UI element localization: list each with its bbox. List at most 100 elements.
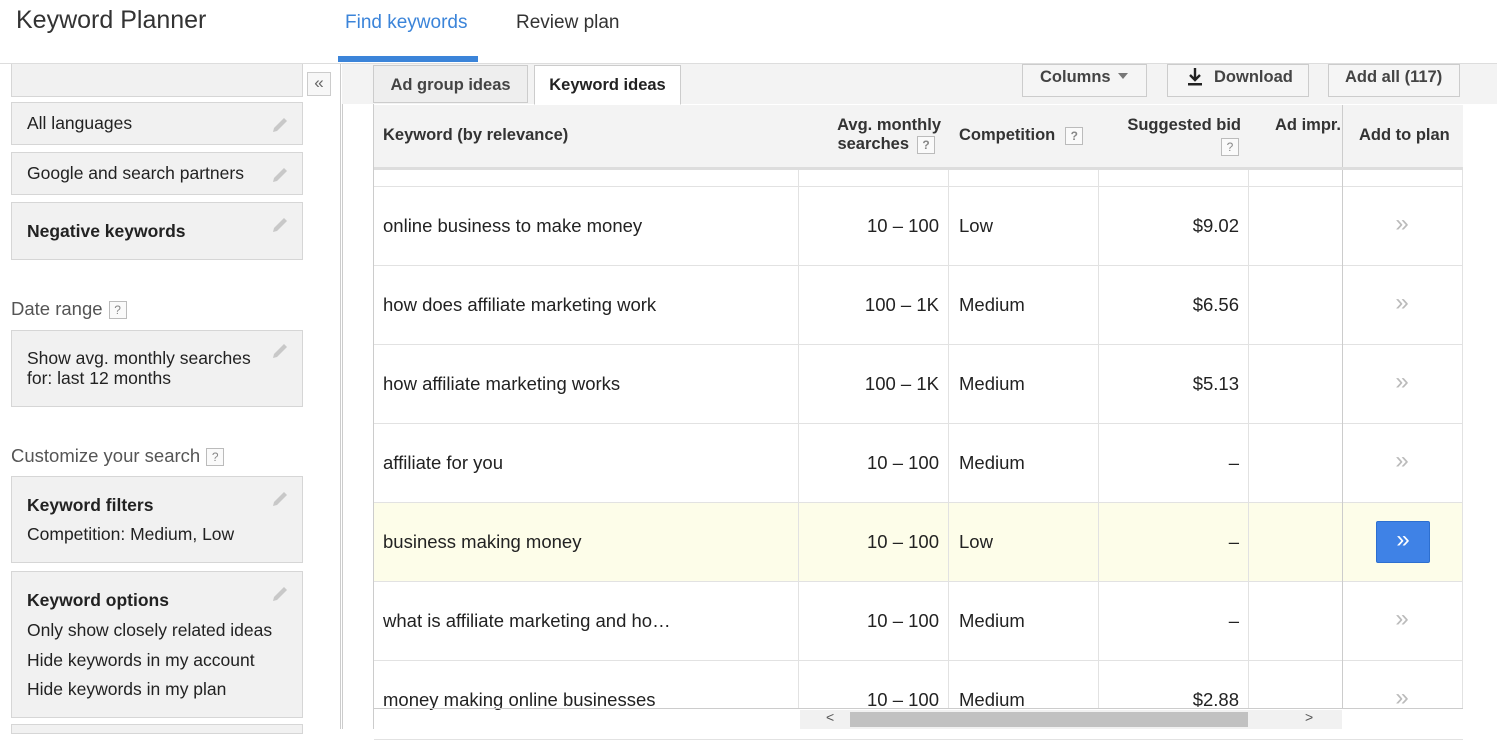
subtab-keyword-ideas[interactable]: Keyword ideas [534,65,681,105]
table-row-partial [374,170,1463,187]
add-to-plan-button[interactable]: » [1386,424,1418,502]
columns-label: Columns [1040,68,1111,86]
search-field-box[interactable] [11,64,303,97]
avg-searches-cell: 10 – 100 [866,215,939,236]
keyword-filters-value: Competition: Medium, Low [27,524,235,544]
keyword-cell: what is affiliate marketing and ho… [383,610,671,631]
customize-label: Customize your search [11,445,201,466]
keyword-cell: money making online businesses [383,689,656,710]
add-to-plan-button[interactable]: » [1386,187,1418,265]
add-to-plan-button[interactable]: » [1386,266,1418,344]
pencil-icon[interactable] [270,212,292,234]
keyword-cell: affiliate for you [383,452,503,473]
collapse-sidebar-button[interactable]: « [307,72,331,96]
panel-border [342,104,343,729]
download-icon [1188,68,1202,86]
date-range-line1: Show avg. monthly searches [27,348,251,368]
column-divider [1342,105,1343,167]
add-all-label: Add all (117) [1345,68,1443,86]
avg-searches-cell: 10 – 100 [866,531,939,552]
avg-searches-cell: 100 – 1K [864,294,939,315]
competition-cell: Medium [959,452,1025,473]
scrollbar-thumb[interactable] [850,712,1248,727]
help-icon[interactable]: ? [1065,126,1084,145]
header-add-to-plan: Add to plan [1359,126,1450,144]
keyword-option-item: Hide keywords in my account [27,650,255,670]
suggested-bid-cell: – [1228,452,1239,473]
keyword-options-setting[interactable]: Keyword options Only show closely relate… [11,571,303,718]
network-value: Google and search partners [27,163,244,183]
pencil-icon[interactable] [270,486,292,508]
suggested-bid-cell: $5.13 [1192,373,1239,394]
scroll-left-arrow[interactable]: < [826,709,834,725]
date-range-label: Date range [11,298,103,319]
pencil-icon[interactable] [270,162,292,184]
keyword-option-item: Hide keywords in my plan [27,679,227,699]
table-row[interactable]: business making money 10 – 100 Low – » [374,503,1463,582]
date-range-setting[interactable]: Show avg. monthly searches for: last 12 … [11,330,303,407]
keyword-option-item: Only show closely related ideas [27,620,273,640]
keyword-filters-setting[interactable]: Keyword filters Competition: Medium, Low [11,476,303,563]
keyword-filters-title: Keyword filters [27,495,154,515]
suggested-bid-cell: $6.56 [1192,294,1239,315]
table-bottom-border [374,708,1463,709]
caret-down-icon [1118,73,1128,79]
add-to-plan-button[interactable]: » [1386,345,1418,423]
header-keyword[interactable]: Keyword (by relevance) [383,126,568,145]
app-title: Keyword Planner [16,6,207,34]
table-header: Keyword (by relevance) Avg. monthly sear… [374,105,1463,170]
competition-cell: Medium [959,373,1025,394]
table-row[interactable]: affiliate for you 10 – 100 Medium – » [374,424,1463,503]
keyword-cell: how affiliate marketing works [383,373,621,394]
help-icon[interactable]: ? [917,135,935,154]
header-avg-line1[interactable]: Avg. monthly [837,116,941,135]
tab-find-keywords[interactable]: Find keywords [345,12,468,34]
language-value: All languages [27,113,133,133]
column-divider [1462,170,1463,709]
header-avg-line2: searches [837,135,909,153]
competition-cell: Low [959,531,993,552]
subtab-ad-group-ideas[interactable]: Ad group ideas [373,65,528,103]
download-button[interactable]: Download [1167,64,1309,97]
suggested-bid-cell: – [1228,610,1239,631]
header-ad-impr[interactable]: Ad impr. [1275,116,1341,135]
suggested-bid-cell: $9.02 [1192,215,1239,236]
pencil-icon[interactable] [270,112,292,134]
column-divider [1098,170,1099,709]
column-divider [948,170,949,709]
add-to-plan-button[interactable]: » [1386,582,1418,660]
help-icon[interactable]: ? [108,301,127,320]
columns-button[interactable]: Columns [1022,64,1147,97]
language-setting[interactable]: All languages [11,102,303,145]
help-icon[interactable]: ? [206,448,225,467]
competition-cell: Medium [959,610,1025,631]
table-row[interactable]: what is affiliate marketing and ho… 10 – … [374,582,1463,661]
add-all-button[interactable]: Add all (117) [1328,64,1460,97]
next-setting-box[interactable] [11,724,303,734]
tab-review-plan[interactable]: Review plan [516,12,620,34]
header-avg-searches[interactable]: searches? [837,135,935,154]
column-divider [798,170,799,709]
add-to-plan-button[interactable]: » [1376,521,1430,563]
header-competition[interactable]: Competition? [959,126,1084,145]
negative-keywords-setting[interactable]: Negative keywords [11,202,303,260]
table-row[interactable]: how does affiliate marketing work 100 – 1… [374,266,1463,345]
add-to-plan-button[interactable]: » [1386,661,1418,739]
keyword-cell: business making money [383,531,582,552]
header-suggested-bid[interactable]: Suggested bid [1127,116,1241,135]
pencil-icon[interactable] [270,338,292,360]
column-divider [1248,170,1249,709]
network-setting[interactable]: Google and search partners [11,152,303,195]
negative-keywords-label: Negative keywords [27,221,186,241]
table-row[interactable]: how affiliate marketing works 100 – 1K Med… [374,345,1463,424]
download-label: Download [1214,68,1293,86]
table-row[interactable]: online business to make money 10 – 100 Low… [374,187,1463,266]
customize-heading: Customize your search? [11,445,225,467]
competition-cell: Medium [959,294,1025,315]
keyword-cell: how does affiliate marketing work [383,294,657,315]
scroll-right-arrow[interactable]: > [1305,709,1313,725]
pencil-icon[interactable] [270,581,292,603]
competition-cell: Low [959,215,993,236]
help-icon[interactable]: ? [1221,138,1239,156]
header-competition-label: Competition [959,126,1056,144]
